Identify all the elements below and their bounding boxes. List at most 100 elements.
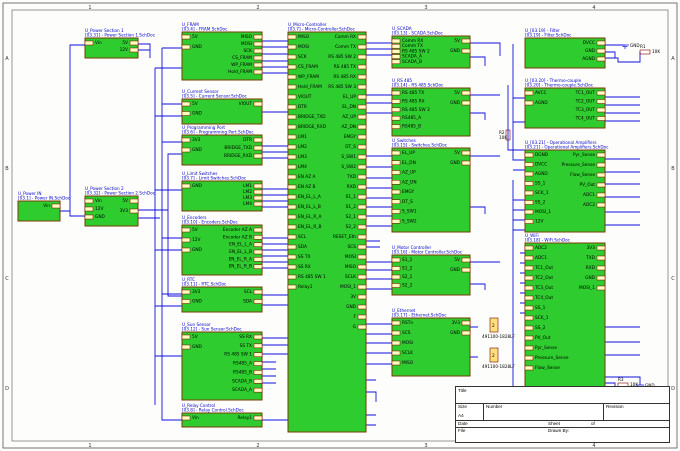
sheet-entry bbox=[253, 145, 263, 151]
sheet-entry bbox=[391, 124, 401, 129]
sheet-entry bbox=[181, 44, 191, 50]
frame-column-label: 4 bbox=[592, 5, 595, 11]
connector-part[interactable]: 2 491100-1828LF bbox=[482, 317, 515, 339]
connector-part[interactable]: 2 491100-1828LF bbox=[482, 347, 515, 369]
sheet-filename: [03.7] - Micro-Controller.SchDoc bbox=[288, 27, 356, 32]
frame-column-label: 1 bbox=[88, 5, 91, 11]
pin-label: RS485_B bbox=[233, 369, 252, 375]
pin-label: SS TX bbox=[240, 343, 252, 349]
pin-label: MISO bbox=[298, 34, 310, 40]
sheet-symbol-rtc[interactable]: U_RTC[03.11] - RTC.SchDoc3V3GNDSCLSDA bbox=[181, 277, 263, 313]
sheet-entry bbox=[524, 171, 534, 177]
pin-label: LM2 bbox=[243, 189, 252, 195]
sheet-entry bbox=[391, 340, 401, 346]
sheet-entry bbox=[181, 137, 191, 143]
pin-label: Comm TX bbox=[335, 44, 356, 50]
pin-label: PV_Out bbox=[535, 335, 551, 341]
sheet-entry bbox=[391, 219, 401, 224]
sheet-filename: [03.11] - RTC.SchDoc bbox=[182, 282, 227, 287]
sheet-symbol-fram[interactable]: U_FRAM[03.4] - FRAM.SchDoc5VGNDMISOMOSIS… bbox=[181, 22, 263, 81]
pin-label: GND bbox=[192, 44, 203, 50]
pin-label: EN_EL_R_B bbox=[229, 264, 252, 270]
sheet-entry bbox=[357, 264, 367, 270]
sheet-filename: [03.16] - Motor Controller.SchDoc bbox=[392, 250, 463, 255]
pin-label: MOSI bbox=[298, 44, 309, 50]
pin-label: Encoder AZ A bbox=[223, 227, 252, 233]
pin-label: SDA bbox=[298, 244, 307, 250]
pin-label: EMGY bbox=[402, 189, 415, 195]
pin-label: MOSI bbox=[402, 340, 413, 346]
sheet-entry bbox=[357, 204, 367, 210]
sheet-symbol-mcu[interactable]: U_Micro-Controller[03.7] - Micro-Control… bbox=[287, 22, 367, 433]
sheet-entry bbox=[391, 99, 401, 104]
pin-label: AZ_UP bbox=[402, 170, 416, 176]
sheet-symbol-eth[interactable]: U_Ethernet[03.17] - Ethernet.SchDocRSTnS… bbox=[391, 308, 471, 377]
sheet-symbol-filter[interactable]: U_[03.19] - Filter[03.19] - Filter.SchDo… bbox=[524, 28, 606, 69]
sheet-entry bbox=[287, 234, 297, 240]
sheet-entry bbox=[253, 387, 263, 393]
sheet-entry bbox=[253, 137, 263, 143]
sheet-entry bbox=[181, 227, 191, 233]
sheet-entry bbox=[461, 48, 471, 54]
pin-label: LM2 bbox=[298, 144, 307, 150]
pin-label: GND bbox=[192, 183, 203, 189]
pin-label: Relay1 bbox=[298, 284, 313, 290]
sheet-entry bbox=[524, 285, 534, 291]
sheet-entry bbox=[596, 99, 606, 104]
sheet-filename: [03.14] - RS 485.SchDoc bbox=[392, 83, 444, 88]
sheet-symbol-opamp[interactable]: U_[03.21] - Operational Amplifiers[03.21… bbox=[524, 140, 609, 233]
sheet-entry bbox=[181, 344, 191, 350]
sheet-symbol-cur[interactable]: U_Current Sensor[03.5] - Current Sensor.… bbox=[181, 89, 263, 125]
sheet-symbol-ps2[interactable]: U_Power Section 2[03.32] - Power Section… bbox=[84, 186, 156, 227]
frame-column-label: 1 bbox=[88, 443, 91, 449]
sheet-symbol-rs485[interactable]: U_RS 485[03.14] - RS 485.SchDocRS 485 TX… bbox=[391, 78, 471, 137]
pin-label: Flow_Sense bbox=[570, 172, 595, 178]
sheet-entry bbox=[524, 209, 534, 215]
sheet-entry bbox=[181, 34, 191, 40]
sheet-entry bbox=[84, 40, 94, 46]
sheet-entry bbox=[287, 114, 297, 120]
sheet-symbol-pin[interactable]: U_Power IN[03.1] - Power IN.SchDocVin bbox=[17, 191, 71, 222]
pin-label: 5V bbox=[454, 38, 460, 44]
pin-label: LM4 bbox=[243, 201, 252, 207]
sheet-symbol-prog[interactable]: U_Programming Port[03.6] - Programming P… bbox=[181, 125, 263, 166]
sheet-entry bbox=[391, 360, 401, 366]
frame-row-label: B bbox=[671, 166, 675, 172]
connector-pin-number: 2 bbox=[492, 323, 495, 329]
sheet-symbol-motor[interactable]: U_Motor Controller[03.16] - Motor Contro… bbox=[391, 245, 471, 296]
pin-label: GND bbox=[585, 48, 596, 54]
resistor-part[interactable]: R1 10K bbox=[639, 44, 660, 55]
pin-label: SCS bbox=[348, 244, 357, 250]
pin-label: S_SW2 bbox=[402, 218, 417, 224]
sheet-filename: [03.18] - WiFi.SchDoc bbox=[525, 238, 571, 243]
pin-label: Pressure_Sense bbox=[535, 355, 569, 361]
sheet-entry bbox=[596, 182, 606, 188]
pin-label: 3V3 bbox=[192, 289, 201, 295]
sheet-symbol-lim[interactable]: U_Limit Switches[03.7] - Limit Switches.… bbox=[181, 171, 263, 212]
sheet-symbol-relay[interactable]: U_Relay Control[03.8] - Relay Control.Sc… bbox=[181, 403, 263, 428]
pin-label: DVCC bbox=[535, 162, 547, 168]
sheet-symbol-thermo[interactable]: U_[03.20] - Thermo-couple[03.20] - Therm… bbox=[524, 78, 606, 129]
schematic-sheet: 11223344AABBCCDD U_Power Section 1 [03.3… bbox=[0, 0, 680, 451]
sheet-symbol-sw[interactable]: U_Switches[03.15] - Switches.SchDocEL_UP… bbox=[391, 138, 471, 233]
sheet-entry bbox=[253, 352, 263, 357]
sheet-symbol-ps1[interactable]: U_Power Section 1[03.31] - Power Section… bbox=[84, 28, 156, 59]
pin-label: 5V bbox=[192, 334, 198, 340]
sheet-entry bbox=[129, 47, 139, 53]
sheet-entry bbox=[357, 214, 367, 220]
pin-label: SS_1 bbox=[535, 181, 546, 187]
sheet-entry bbox=[129, 40, 139, 46]
sheet-symbol-scada[interactable]: U_SCADA[03.13] - SCADA.SchDocComm RXComm… bbox=[391, 26, 471, 69]
pin-label: Pyr_Sense bbox=[573, 152, 595, 158]
pin-label: ADC1 bbox=[583, 192, 595, 198]
sheet-filename: [03.19] - Filter.SchDoc bbox=[525, 33, 572, 38]
pin-label: MOSI bbox=[345, 254, 356, 260]
sheet-entry bbox=[287, 154, 297, 160]
sheet-symbol-sun[interactable]: U_Sun Sensor[03.12] - Sun Sensor.SchDoc5… bbox=[181, 322, 263, 401]
sheet-entry bbox=[524, 100, 534, 106]
sheet-entry bbox=[181, 237, 191, 243]
sheet-symbol-enc[interactable]: U_Encoders[03.10] - Encoders.SchDoc5V12V… bbox=[181, 215, 263, 276]
sheet-filename: [03.32] - Power Section 2.SchDoc bbox=[85, 191, 156, 196]
sheet-symbol-wifi[interactable]: U_WiFi[03.18] - WiFi.SchDocADC2ADC1TC1_O… bbox=[524, 233, 606, 394]
sheet-entry bbox=[181, 101, 191, 107]
